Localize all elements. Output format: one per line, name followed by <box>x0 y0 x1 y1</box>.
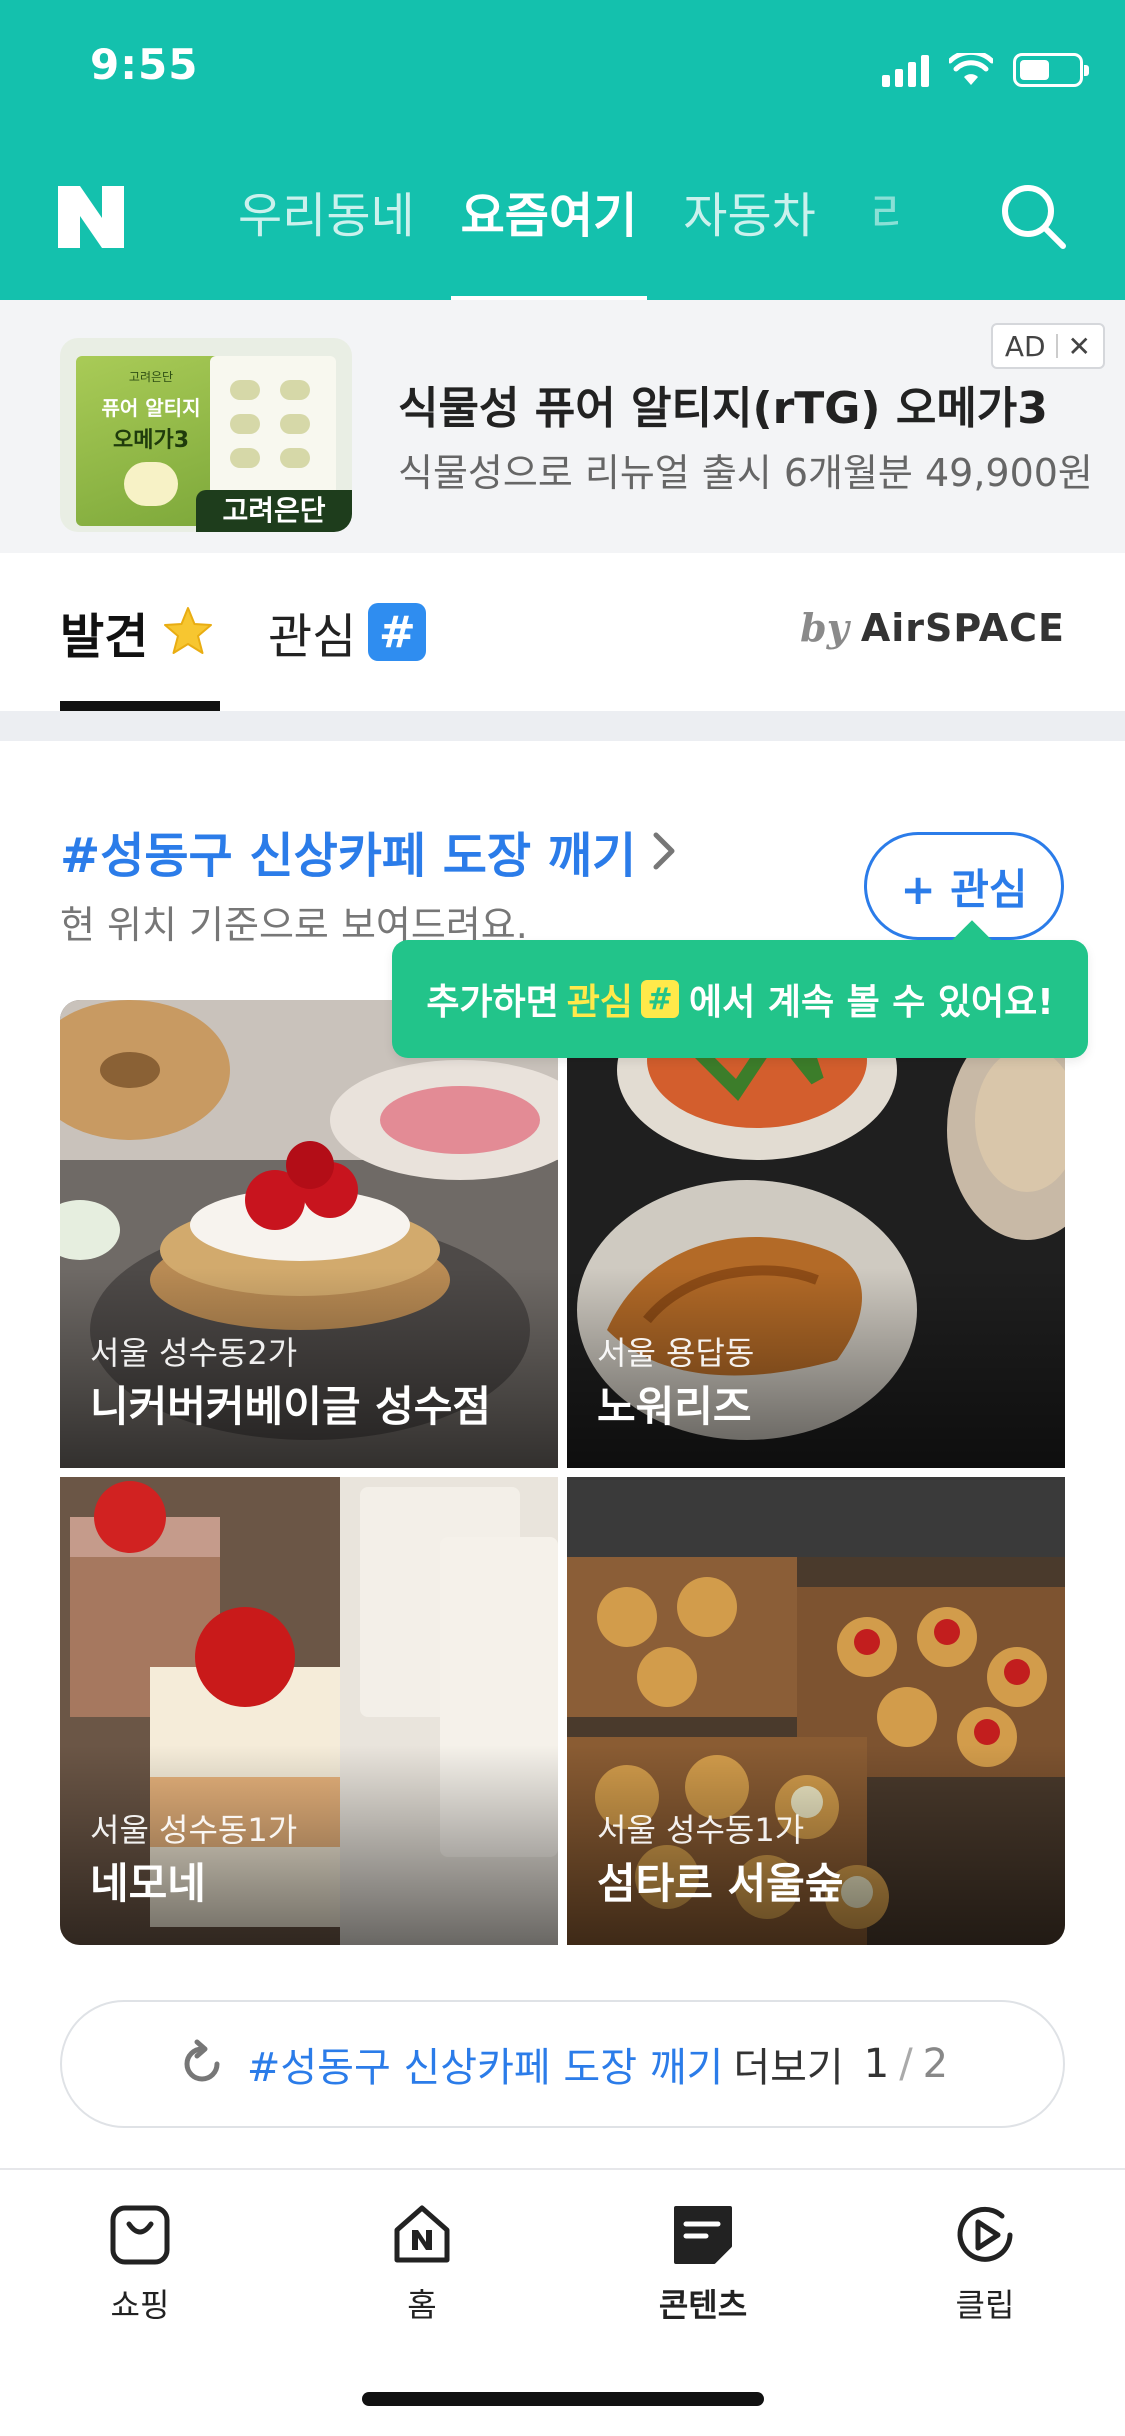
clip-play-icon <box>957 2206 1013 2262</box>
more-page-current: 1 <box>863 2041 890 2087</box>
more-topic: #성동구 신상카페 도장 깨기 <box>246 2045 724 2091</box>
tab-discover[interactable]: 발견 <box>60 597 216 667</box>
ad-banner[interactable]: 고려은단 퓨어 알티지 오메가3 고려은단 식물성 퓨어 알티지(rTG) 오메… <box>0 300 1125 553</box>
ad-badge: AD ✕ <box>990 323 1105 369</box>
place-name: 노워리즈 <box>597 1382 752 1431</box>
place-location: 서울 성수동2가 <box>90 1334 298 1372</box>
more-page-separator: / <box>899 2041 913 2087</box>
interest-tooltip: 추가하면 관심 # 에서 계속 볼 수 있어요! <box>392 940 1088 1058</box>
section-divider <box>0 711 1125 741</box>
section-title[interactable]: #성동구 신상카페 도장 깨기 <box>60 816 680 886</box>
tab-interests[interactable]: 관심 # <box>268 597 427 667</box>
place-location: 서울 성수동1가 <box>90 1811 298 1849</box>
status-time: 9:55 <box>90 40 199 89</box>
discover-tabs: 발견 관심 # by AirSPACE <box>0 553 1125 711</box>
place-location: 서울 용답동 <box>597 1334 755 1372</box>
main-nav: 우리동네 요즘여기 자동차 리 <box>0 150 1125 304</box>
provider-name: AirSPACE <box>860 606 1065 650</box>
place-card[interactable]: 서울 성수동1가 네모네 <box>60 1477 558 1945</box>
place-name: 네모네 <box>90 1859 206 1908</box>
cellular-signal-icon <box>882 53 929 87</box>
nav-tabs: 우리동네 요즘여기 자동차 <box>238 180 816 304</box>
ad-brand-tag: 고려은단 <box>196 490 352 532</box>
active-tab-indicator <box>60 701 220 711</box>
ad-title[interactable]: 식물성 퓨어 알티지(rTG) 오메가3 <box>398 372 1048 436</box>
chevron-right-icon <box>653 832 675 870</box>
package-subtitle: 오메가3 <box>112 428 190 453</box>
package-brand: 고려은단 <box>128 370 174 384</box>
nav-contents-label: 콘텐츠 <box>658 2286 748 2324</box>
shopping-bag-icon <box>110 2205 170 2265</box>
naver-logo-icon[interactable] <box>58 186 124 248</box>
refresh-icon <box>184 2039 220 2082</box>
tab-cars[interactable]: 자동차 <box>683 180 815 252</box>
add-interest-button[interactable]: + 관심 <box>864 832 1064 940</box>
place-name: 섬타르 서울숲 <box>597 1859 844 1908</box>
provider-by: by <box>800 605 849 650</box>
ad-badge-divider <box>1055 334 1058 358</box>
place-name: 니커버커베이글 성수점 <box>90 1382 492 1431</box>
bottom-nav: 쇼핑 홈 콘텐츠 클립 <box>0 2168 1125 2436</box>
nav-home-label: 홈 <box>407 2286 437 2324</box>
nav-contents[interactable]: 콘텐츠 <box>603 2202 803 2326</box>
tab-overflow-partial[interactable]: 리 <box>870 180 898 252</box>
load-more-button[interactable]: #성동구 신상카페 도장 깨기 더보기 1 / 2 <box>60 2000 1065 2128</box>
place-card[interactable]: 서울 성수동2가 니커버커베이글 성수점 <box>60 1000 558 1468</box>
place-card[interactable]: 서울 용답동 노워리즈 <box>567 1000 1065 1468</box>
search-icon[interactable] <box>997 180 1069 252</box>
status-bar: 9:55 <box>0 0 1125 140</box>
close-icon[interactable]: ✕ <box>1068 330 1091 363</box>
tooltip-highlight: 관심 <box>566 982 634 1023</box>
capsule-illustration <box>124 462 178 506</box>
ad-description[interactable]: 식물성으로 리뉴얼 출시 6개월분 49,900원 <box>398 442 1093 497</box>
nav-clip[interactable]: 클립 <box>885 2202 1085 2326</box>
tab-interests-label: 관심 <box>268 609 357 665</box>
nav-shopping-label: 쇼핑 <box>110 2286 170 2324</box>
home-indicator <box>362 2392 764 2406</box>
wifi-icon <box>949 53 993 85</box>
battery-level <box>1020 60 1049 80</box>
top-header: 9:55 우리동네 요즘여기 자동차 리 <box>0 0 1125 304</box>
tab-neighborhood[interactable]: 우리동네 <box>238 180 415 252</box>
more-label: 더보기 <box>733 2045 844 2091</box>
tab-trending-places[interactable]: 요즘여기 <box>450 180 647 304</box>
tooltip-suffix: 에서 계속 볼 수 있어요! <box>689 982 1054 1023</box>
tooltip-prefix: 추가하면 <box>426 982 559 1023</box>
hash-icon: # <box>641 980 680 1018</box>
nav-shopping[interactable]: 쇼핑 <box>40 2202 240 2326</box>
provider-credit: by AirSPACE <box>800 605 1065 650</box>
more-page-total: 2 <box>922 2041 949 2087</box>
status-icons <box>882 48 1089 92</box>
place-location: 서울 성수동1가 <box>597 1811 805 1849</box>
nav-clip-label: 클립 <box>955 2286 1015 2324</box>
place-card[interactable]: 서울 성수동1가 섬타르 서울숲 <box>567 1477 1065 1945</box>
contents-icon <box>674 2206 732 2264</box>
star-icon <box>164 607 213 654</box>
battery-icon <box>1013 53 1089 87</box>
nav-home[interactable]: 홈 <box>322 2202 522 2326</box>
package-title: 퓨어 알티지 <box>101 396 201 420</box>
hash-icon: # <box>368 603 427 661</box>
section-title-text: #성동구 신상카페 도장 깨기 <box>60 828 637 884</box>
home-icon <box>394 2205 450 2263</box>
ad-product-image[interactable]: 고려은단 퓨어 알티지 오메가3 고려은단 <box>60 338 352 532</box>
tab-discover-label: 발견 <box>60 609 149 665</box>
ad-label: AD <box>1004 329 1046 363</box>
